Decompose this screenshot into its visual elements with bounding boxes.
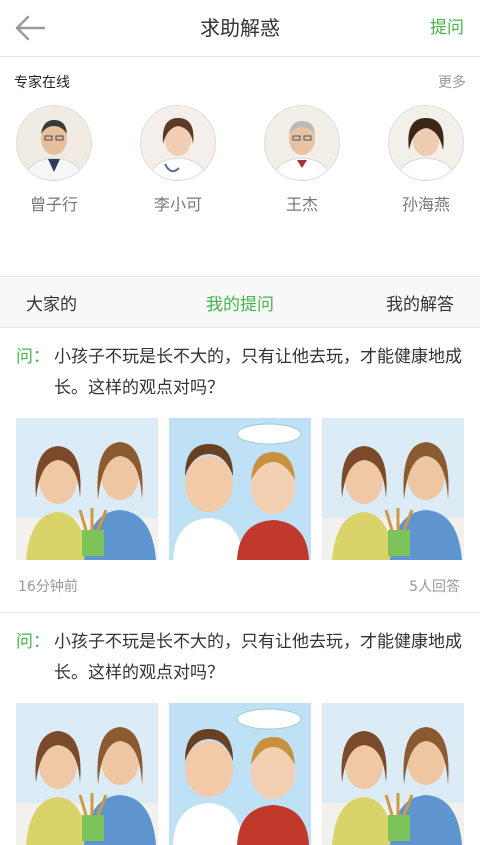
expert-item[interactable]: 李小可	[140, 105, 216, 276]
experts-title: 专家在线	[14, 75, 70, 91]
expert-name: 李小可	[153, 195, 202, 214]
question-photo[interactable]	[16, 703, 158, 845]
avatar	[388, 105, 464, 181]
ask-button[interactable]: 提问	[430, 0, 464, 56]
tab-my-questions[interactable]: 我的提问	[169, 290, 312, 315]
page-title: 求助解惑	[200, 16, 280, 40]
expert-name: 曾子行	[29, 195, 78, 214]
question-item[interactable]: 问： 小孩子不玩是长不大的，只有让他去玩，才能健康地成长。这样的观点对吗？	[0, 328, 480, 613]
question-time: 16分钟前	[18, 579, 78, 595]
expert-item[interactable]: 王杰	[264, 105, 340, 276]
question-text: 小孩子不玩是长不大的，只有让他去玩，才能健康地成长。这样的观点对吗？	[54, 347, 462, 398]
question-text: 小孩子不玩是长不大的，只有让他去玩，才能健康地成长。这样的观点对吗？	[54, 632, 462, 683]
avatar	[140, 105, 216, 181]
avatar	[264, 105, 340, 181]
expert-item[interactable]: 曾子行	[16, 105, 92, 276]
experts-list: 曾子行 李小可 王杰 孙海燕	[0, 105, 480, 277]
tab-my-answers[interactable]: 我的解答	[311, 290, 480, 315]
question-photo[interactable]	[322, 703, 464, 845]
question-mark-label: 问：	[16, 632, 50, 652]
question-item[interactable]: 问： 小孩子不玩是长不大的，只有让他去玩，才能健康地成长。这样的观点对吗？	[0, 613, 480, 845]
question-photo[interactable]	[169, 703, 311, 845]
experts-section-header: 专家在线 更多	[0, 57, 480, 105]
expert-name: 孙海燕	[401, 195, 450, 214]
expert-item[interactable]: 孙海燕	[388, 105, 464, 276]
question-mark-label: 问：	[16, 347, 50, 367]
question-photo[interactable]	[16, 418, 158, 560]
question-photo[interactable]	[322, 418, 464, 560]
answer-count: 5人回答	[409, 579, 460, 595]
expert-name: 王杰	[285, 195, 318, 214]
question-tabs: 大家的 我的提问 我的解答	[0, 277, 480, 328]
tab-everyone[interactable]: 大家的	[0, 290, 169, 315]
top-bar: 求助解惑 提问	[0, 0, 480, 57]
avatar	[16, 105, 92, 181]
experts-more-link[interactable]: 更多	[438, 72, 466, 92]
question-photo[interactable]	[169, 418, 311, 560]
